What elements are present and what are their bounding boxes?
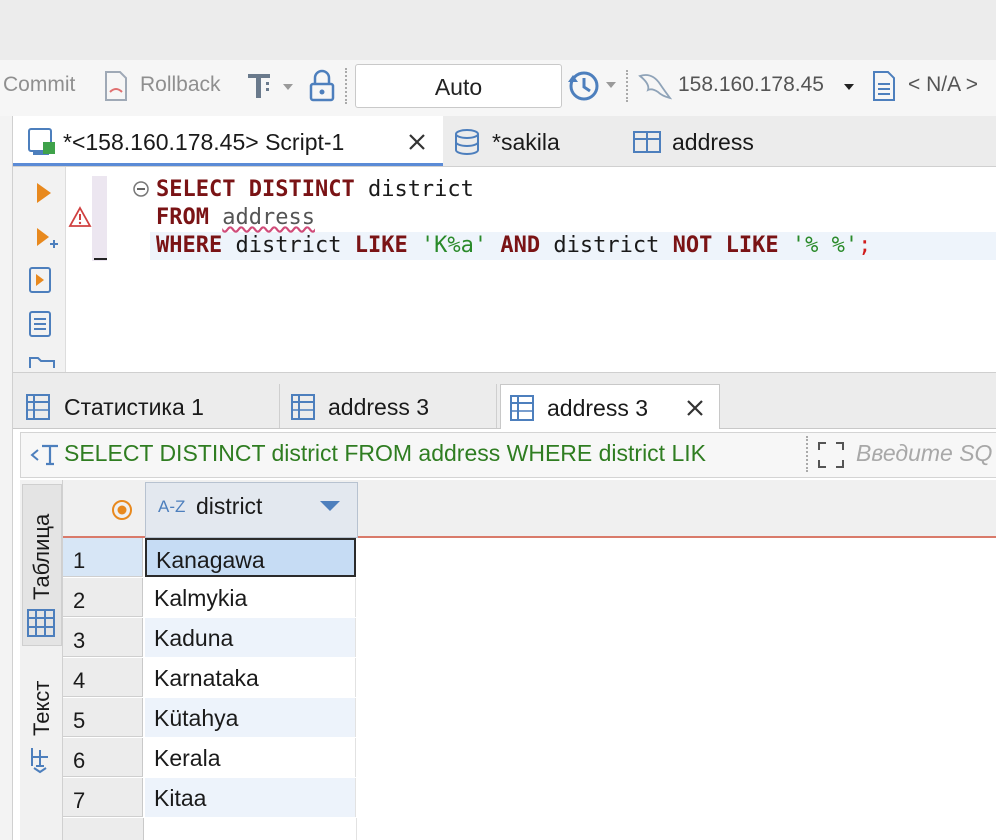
cell-district[interactable]: Kalmykia: [145, 578, 356, 617]
column-header-label: district: [196, 493, 263, 519]
sql-string: '% %': [791, 233, 859, 258]
grid-table-icon: [510, 395, 534, 421]
column-header-district[interactable]: A-Z district: [145, 482, 358, 538]
query-bar-separator: [806, 436, 810, 472]
tab-statistics-1-label: Статистика 1: [64, 394, 204, 420]
cell-district[interactable]: Kaduna: [145, 618, 356, 657]
close-icon[interactable]: [407, 132, 427, 152]
sql-keyword: LIKE: [725, 233, 779, 258]
sql-keyword: FROM: [156, 205, 209, 230]
transaction-mode-icon[interactable]: [246, 70, 296, 104]
editor-line-ruler: [92, 176, 107, 261]
sql-keyword: SELECT: [156, 177, 236, 202]
cell-district[interactable]: Kanagawa: [145, 538, 356, 577]
row-number[interactable]: 2: [63, 578, 143, 617]
tab-address[interactable]: address: [626, 116, 826, 166]
row-number[interactable]: 4: [63, 658, 143, 697]
cell-district[interactable]: Kerala: [145, 738, 356, 777]
row-number[interactable]: 7: [63, 778, 143, 817]
rollback-icon: [105, 71, 127, 101]
sql-query-icon: [30, 444, 58, 466]
row-number[interactable]: 1: [63, 538, 143, 577]
sql-keyword: DISTINCT: [248, 177, 355, 202]
side-tab-text-label: Текст: [29, 680, 54, 736]
tab-sakila-label: *sakila: [492, 129, 560, 155]
sql-identifier: district: [553, 233, 660, 258]
tab-address-label: address: [672, 129, 754, 155]
execute-in-new-tab-icon[interactable]: [34, 226, 60, 252]
cell-filler: [145, 818, 357, 840]
cell-district[interactable]: Karnataka: [145, 658, 356, 697]
window-top-strip: [0, 0, 996, 61]
cell-district[interactable]: Kitaa: [145, 778, 356, 817]
sql-keyword: WHERE: [156, 233, 223, 258]
active-connection-select[interactable]: 158.160.178.45: [678, 73, 824, 97]
transaction-mode-select[interactable]: Auto: [355, 64, 562, 108]
tab-address-3-b-label: address 3: [547, 395, 649, 421]
text-cursor: [94, 258, 107, 260]
row-number[interactable]: 6: [63, 738, 143, 777]
schema-icon: [873, 71, 895, 101]
cell-district[interactable]: Kütahya: [145, 698, 356, 737]
fold-collapse-icon[interactable]: [132, 180, 150, 198]
text-view-icon: [31, 748, 48, 774]
close-icon[interactable]: [685, 398, 705, 418]
execute-statement-icon[interactable]: [34, 180, 54, 206]
sql-line-2: FROM address: [156, 204, 315, 232]
toolbar-separator-2: [626, 70, 630, 102]
table-icon: [633, 131, 661, 153]
side-tab-table-label: Таблица: [29, 513, 54, 600]
mysql-dolphin-icon: [638, 74, 672, 100]
history-icon[interactable]: [566, 68, 622, 104]
tab-statistics-1[interactable]: Статистика 1: [13, 384, 280, 428]
sort-dropdown-icon[interactable]: [318, 499, 342, 513]
grid-icon: [27, 609, 55, 637]
execute-script-icon[interactable]: [28, 266, 54, 296]
sql-string: 'K%a': [420, 233, 488, 258]
sql-line-1: SELECT DISTINCT district: [156, 176, 474, 204]
tab-script-1-label: *<158.160.178.45> Script-1: [63, 129, 345, 155]
row-number[interactable]: 5: [63, 698, 143, 737]
sql-keyword: AND: [500, 233, 541, 258]
left-panel-edge[interactable]: [0, 116, 13, 840]
commit-button[interactable]: Commit: [3, 73, 75, 97]
rollback-button[interactable]: Rollback: [140, 73, 221, 97]
active-schema-select[interactable]: < N/A >: [908, 73, 978, 97]
grid-table-icon: [291, 394, 315, 420]
tab-address-3-a-label: address 3: [328, 394, 430, 420]
tab-script-1[interactable]: *<158.160.178.45> Script-1: [13, 116, 443, 166]
toolbar-separator: [345, 68, 349, 104]
sql-keyword: NOT: [672, 233, 713, 258]
sql-identifier: district: [367, 177, 474, 202]
sql-keyword: LIKE: [354, 233, 408, 258]
expand-icon[interactable]: [816, 440, 846, 470]
tab-address-3-a[interactable]: address 3: [282, 384, 497, 428]
chevron-down-icon[interactable]: [842, 82, 856, 92]
database-icon: [455, 129, 479, 155]
sql-table-name: address: [222, 205, 315, 230]
sql-line-3: WHERE district LIKE 'K%a' AND district N…: [156, 232, 871, 260]
record-mode-icon[interactable]: [110, 498, 134, 522]
explain-plan-icon[interactable]: [28, 310, 54, 340]
warning-icon: [68, 206, 92, 227]
row-number[interactable]: 3: [63, 618, 143, 657]
sql-identifier: district: [235, 233, 342, 258]
sql-semicolon: ;: [858, 233, 872, 258]
tab-sakila[interactable]: *sakila: [446, 116, 616, 166]
lock-icon[interactable]: [307, 68, 337, 104]
grid-table-icon: [26, 394, 50, 420]
filter-input[interactable]: Введите SQ: [856, 440, 992, 467]
executed-query-text[interactable]: SELECT DISTINCT district FROM address WH…: [64, 440, 706, 467]
string-type-icon: A-Z: [158, 497, 186, 516]
folder-icon[interactable]: [28, 354, 56, 370]
tab-address-3-b[interactable]: address 3: [500, 384, 720, 429]
row-number-filler: [63, 818, 144, 840]
sql-script-icon: [28, 128, 55, 155]
